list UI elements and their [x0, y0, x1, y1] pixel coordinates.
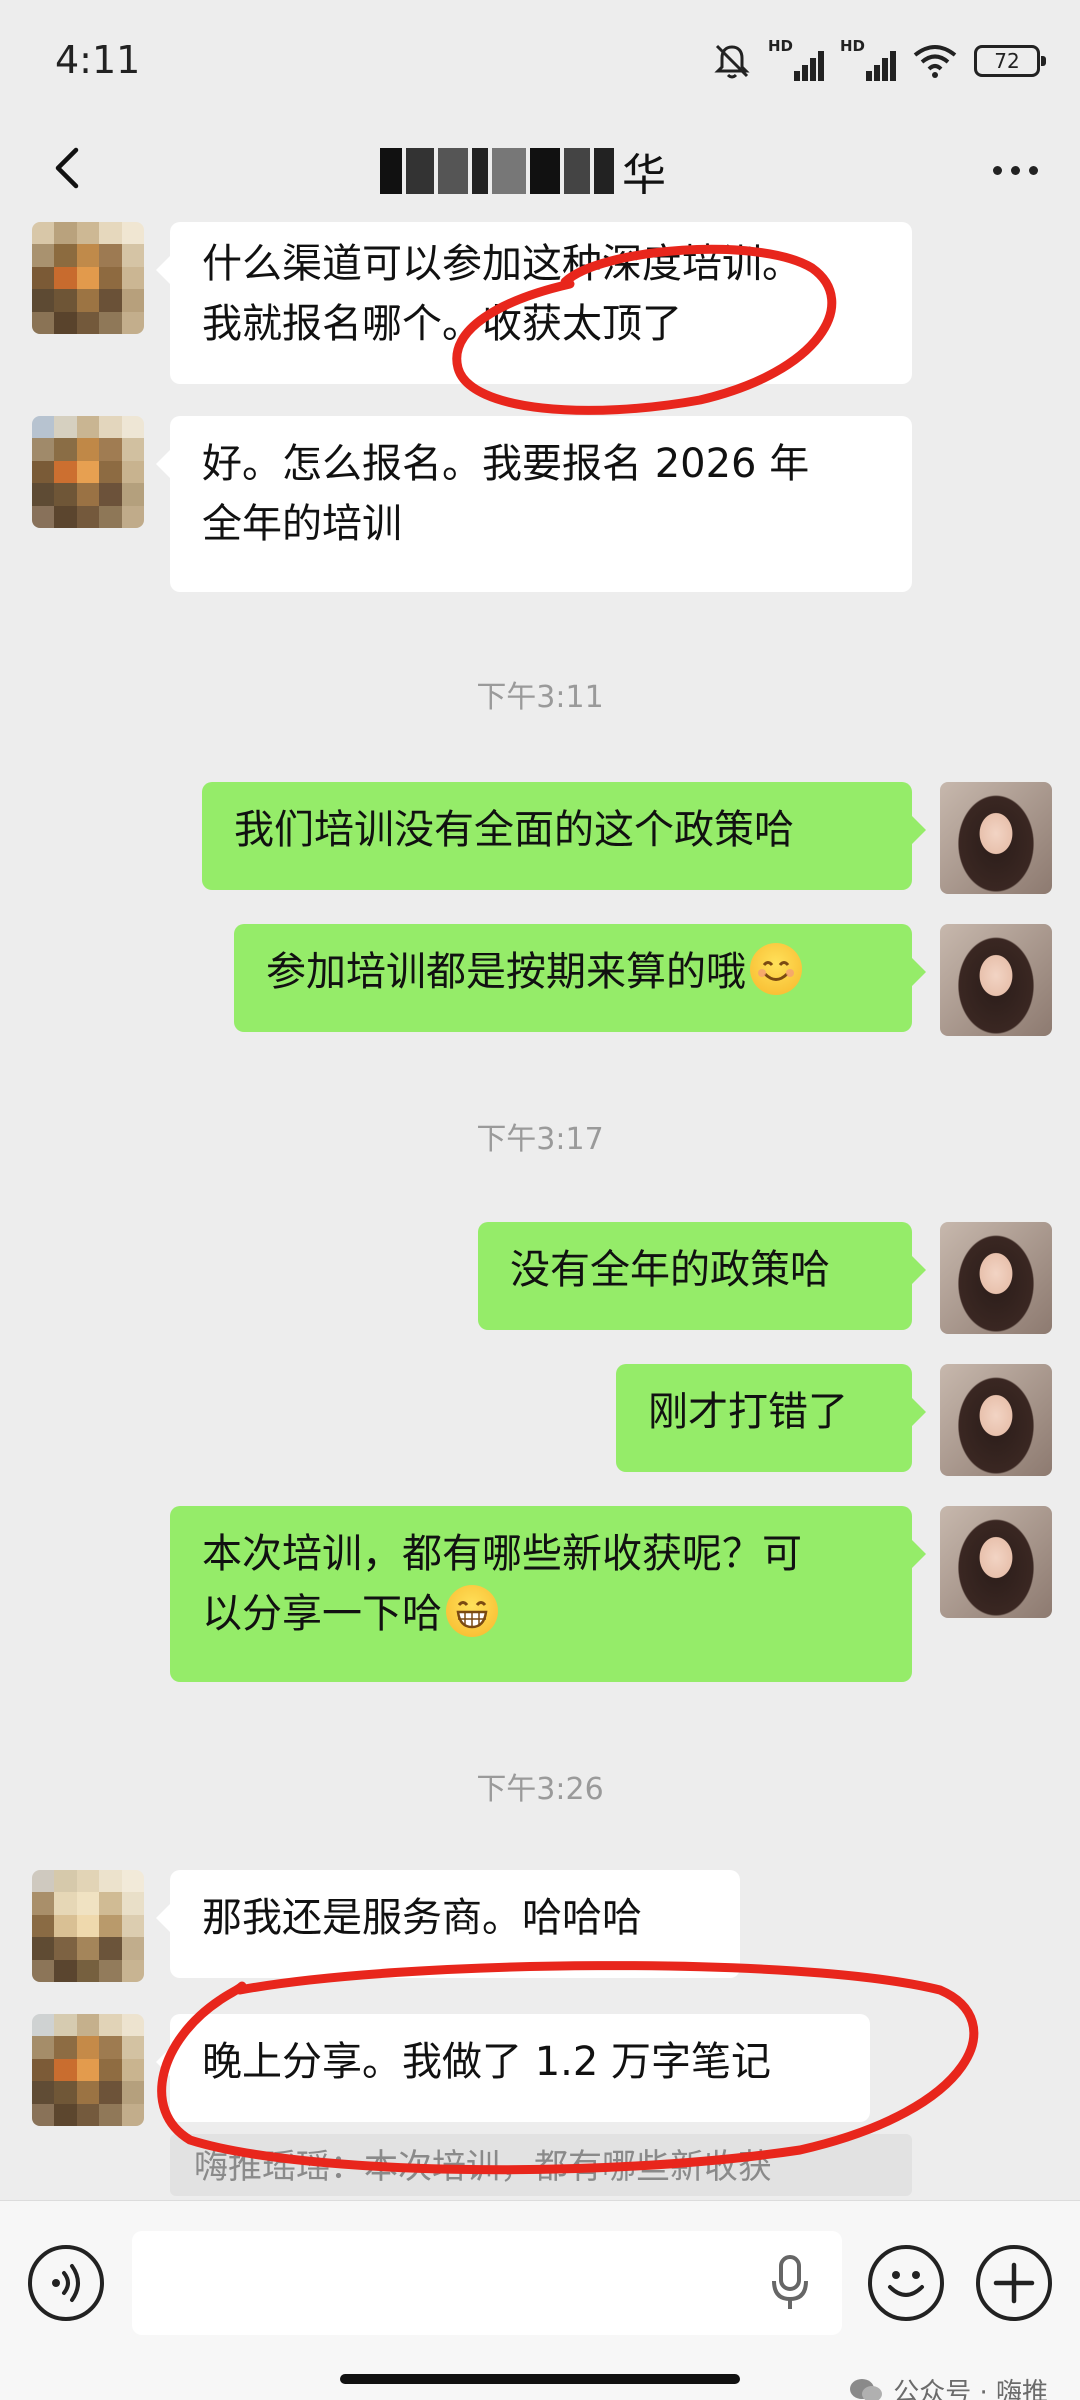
more-dots-icon: [992, 165, 1002, 175]
message-bubble-received[interactable]: 那我还是服务商。哈哈哈: [156, 1870, 740, 1978]
battery-icon: 72: [974, 45, 1046, 77]
message-timestamp: 下午3:26: [476, 1772, 604, 1807]
my-avatar[interactable]: [940, 924, 1052, 1036]
message-text-line: 我就报名哪个。收获太顶了: [202, 301, 682, 347]
quoted-reply-text: 嗨推瑶瑶：本次培训，都有哪些新收获: [194, 2147, 772, 2187]
message-bubble-sent[interactable]: 参加培训都是按期来算的哦: [234, 924, 926, 1032]
message-timestamp: 下午3:17: [476, 1122, 604, 1157]
contact-avatar[interactable]: [32, 416, 144, 528]
message-bubble-received[interactable]: 晚上分享。我做了 1.2 万字笔记: [156, 2014, 870, 2122]
message-text-line: 参加培训都是按期来算的哦: [266, 942, 880, 1002]
chevron-left-icon: [55, 147, 79, 189]
contact-avatar[interactable]: [32, 2014, 144, 2126]
chat-title: 华: [380, 136, 700, 206]
my-avatar[interactable]: [940, 1364, 1052, 1476]
my-avatar[interactable]: [940, 782, 1052, 894]
input-bar: [0, 2200, 1080, 2400]
wechat-icon: [850, 2378, 883, 2400]
more-options-button[interactable]: [980, 140, 1050, 200]
my-avatar[interactable]: [940, 1506, 1052, 1618]
emoji-icon: [888, 2271, 924, 2297]
back-button[interactable]: [40, 138, 100, 198]
voice-button[interactable]: [28, 2245, 104, 2321]
message-timestamp: 下午3:11: [476, 680, 604, 715]
message-text-line: 好。怎么报名。我要报名 2026 年: [202, 441, 810, 487]
smile-emoji-icon: [750, 943, 802, 995]
message-text-line: 刚才打错了: [648, 1389, 848, 1435]
chat-title-text: 华: [622, 150, 666, 201]
plus-icon: [993, 2262, 1035, 2304]
status-time: 4:11: [55, 38, 141, 82]
message-text-line: 本次培训，都有哪些新收获呢？可: [202, 1531, 802, 1577]
contact-avatar[interactable]: [32, 222, 144, 334]
battery-level: 72: [994, 49, 1020, 73]
grin-emoji-icon: [446, 1585, 498, 1637]
my-avatar[interactable]: [940, 1222, 1052, 1334]
message-text-line: 晚上分享。我做了 1.2 万字笔记: [202, 2039, 772, 2085]
message-bubble-sent[interactable]: 没有全年的政策哈: [478, 1222, 926, 1330]
wifi-icon: [913, 45, 957, 78]
microphone-icon: [772, 2255, 808, 2309]
message-bubble-sent[interactable]: 本次培训，都有哪些新收获呢？可 以分享一下哈: [170, 1506, 926, 1682]
status-icons: HD HD 72: [712, 36, 1046, 86]
watermark-text: 公众号 · 嗨推: [893, 2378, 1048, 2400]
quoted-reply[interactable]: 嗨推瑶瑶：本次培训，都有哪些新收获: [170, 2134, 912, 2196]
emoji-button[interactable]: [868, 2245, 944, 2321]
chat-header: 华: [0, 120, 1080, 220]
message-text-line: 什么渠道可以参加这种深度培训。: [202, 241, 802, 287]
message-text-line: 我们培训没有全面的这个政策哈: [234, 807, 794, 853]
plus-button[interactable]: [976, 2245, 1052, 2321]
message-bubble-received[interactable]: 什么渠道可以参加这种深度培训。 我就报名哪个。收获太顶了: [156, 222, 912, 384]
message-bubble-sent[interactable]: 刚才打错了: [616, 1364, 926, 1472]
voice-icon: [52, 2264, 80, 2302]
signal-icon: HD: [768, 37, 824, 81]
message-text-line: 那我还是服务商。哈哈哈: [202, 1895, 642, 1941]
microphone-button[interactable]: [770, 2253, 810, 2313]
message-bubble-received[interactable]: 好。怎么报名。我要报名 2026 年 全年的培训: [156, 416, 912, 592]
mute-bell-icon: [714, 44, 750, 79]
message-text-line: 全年的培训: [202, 501, 402, 547]
home-indicator[interactable]: [340, 2374, 740, 2384]
message-input[interactable]: [132, 2231, 842, 2335]
message-bubble-sent[interactable]: 我们培训没有全面的这个政策哈: [202, 782, 926, 890]
pixelated-name: [380, 148, 614, 194]
contact-avatar[interactable]: [32, 1870, 144, 1982]
message-text-line: 以分享一下哈: [202, 1584, 880, 1644]
message-text-line: 没有全年的政策哈: [510, 1247, 830, 1293]
signal-icon: HD: [840, 37, 896, 81]
status-bar: 4:11 HD HD 72: [0, 0, 1080, 120]
watermark: 公众号 · 嗨推: [849, 2372, 1048, 2400]
